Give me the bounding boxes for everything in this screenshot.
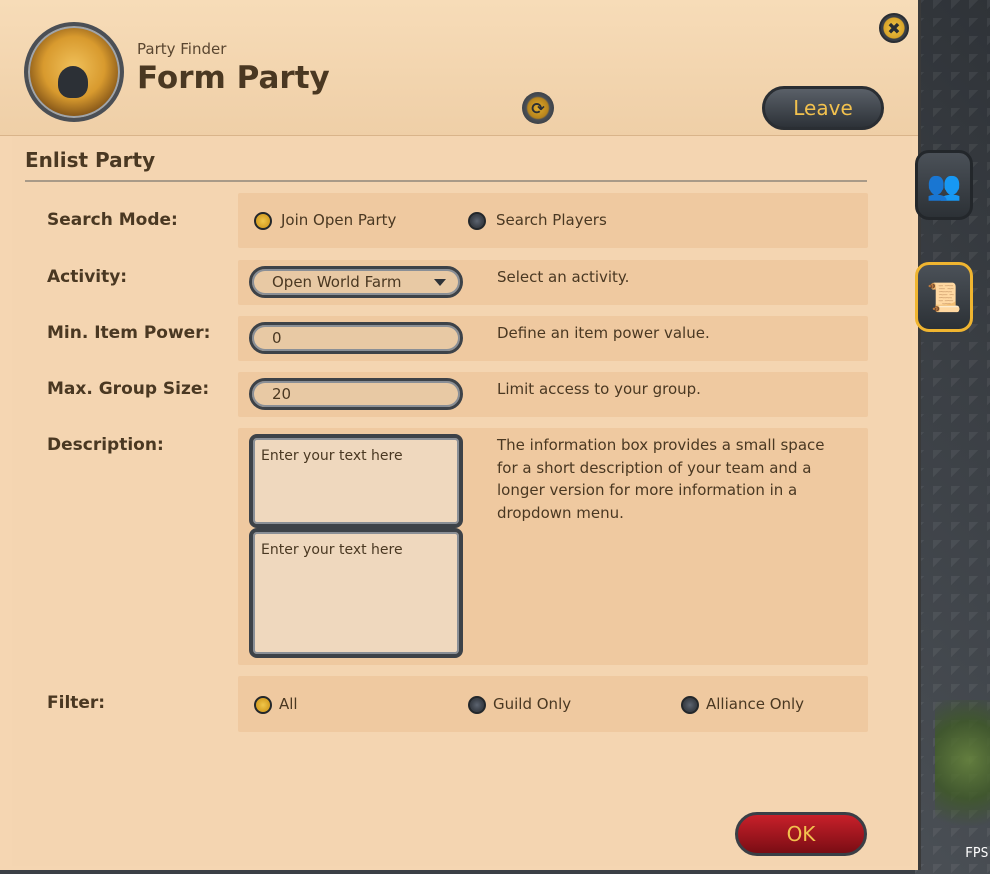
description-hint: The information box provides a small spa… xyxy=(497,436,825,522)
leave-button[interactable]: Leave xyxy=(762,86,884,130)
background-foliage xyxy=(935,700,990,850)
filter-alliance-only-label: Alliance Only xyxy=(706,695,805,713)
filter-label: Filter: xyxy=(47,693,106,713)
section-title: Enlist Party xyxy=(25,148,156,172)
ok-button[interactable]: OK xyxy=(735,812,867,856)
party-members-icon: 👥 xyxy=(926,168,962,202)
join-open-party-label: Join Open Party xyxy=(281,211,397,229)
close-icon[interactable]: ✖ xyxy=(879,13,909,43)
chevron-down-icon xyxy=(434,279,446,286)
members-tab[interactable]: 👥 xyxy=(915,150,973,220)
scroll-tab[interactable]: 📜 xyxy=(915,262,973,332)
scroll-icon: 📜 xyxy=(926,280,962,314)
party-finder-window: Party Finder Form Party ✖ ⟳ Leave Enlist… xyxy=(0,0,921,870)
filter-all-radio[interactable] xyxy=(254,696,272,714)
activity-dropdown[interactable]: Open World Farm xyxy=(249,266,463,298)
long-description-field[interactable]: Enter your text here xyxy=(249,528,463,658)
search-mode-label: Search Mode: xyxy=(47,210,178,230)
refresh-icon[interactable]: ⟳ xyxy=(522,92,554,124)
activity-hint: Select an activity. xyxy=(497,268,630,286)
fps-counter: FPS xyxy=(965,846,989,861)
filter-guild-only-radio[interactable] xyxy=(468,696,486,714)
search-players-radio[interactable] xyxy=(468,212,486,230)
min-item-power-label: Min. Item Power: xyxy=(47,323,211,343)
min-item-power-input[interactable]: 0 xyxy=(249,322,463,354)
short-description-field[interactable]: Enter your text here xyxy=(249,434,463,528)
filter-all-label: All xyxy=(279,695,298,713)
max-group-size-hint: Limit access to your group. xyxy=(497,380,701,398)
join-open-party-radio[interactable] xyxy=(254,212,272,230)
filter-guild-only-label: Guild Only xyxy=(493,695,572,713)
filter-alliance-only-radio[interactable] xyxy=(681,696,699,714)
window-subtitle: Party Finder xyxy=(137,40,227,58)
search-players-label: Search Players xyxy=(496,211,607,229)
party-portrait-icon xyxy=(24,22,124,122)
activity-value: Open World Farm xyxy=(272,273,402,291)
max-group-size-input[interactable]: 20 xyxy=(249,378,463,410)
min-item-power-hint: Define an item power value. xyxy=(497,324,710,342)
max-group-size-label: Max. Group Size: xyxy=(47,379,210,399)
window-header: Party Finder Form Party ✖ ⟳ Leave xyxy=(0,0,918,136)
window-title: Form Party xyxy=(137,60,330,96)
description-label: Description: xyxy=(47,435,164,455)
section-divider xyxy=(25,180,867,182)
activity-label: Activity: xyxy=(47,267,128,287)
